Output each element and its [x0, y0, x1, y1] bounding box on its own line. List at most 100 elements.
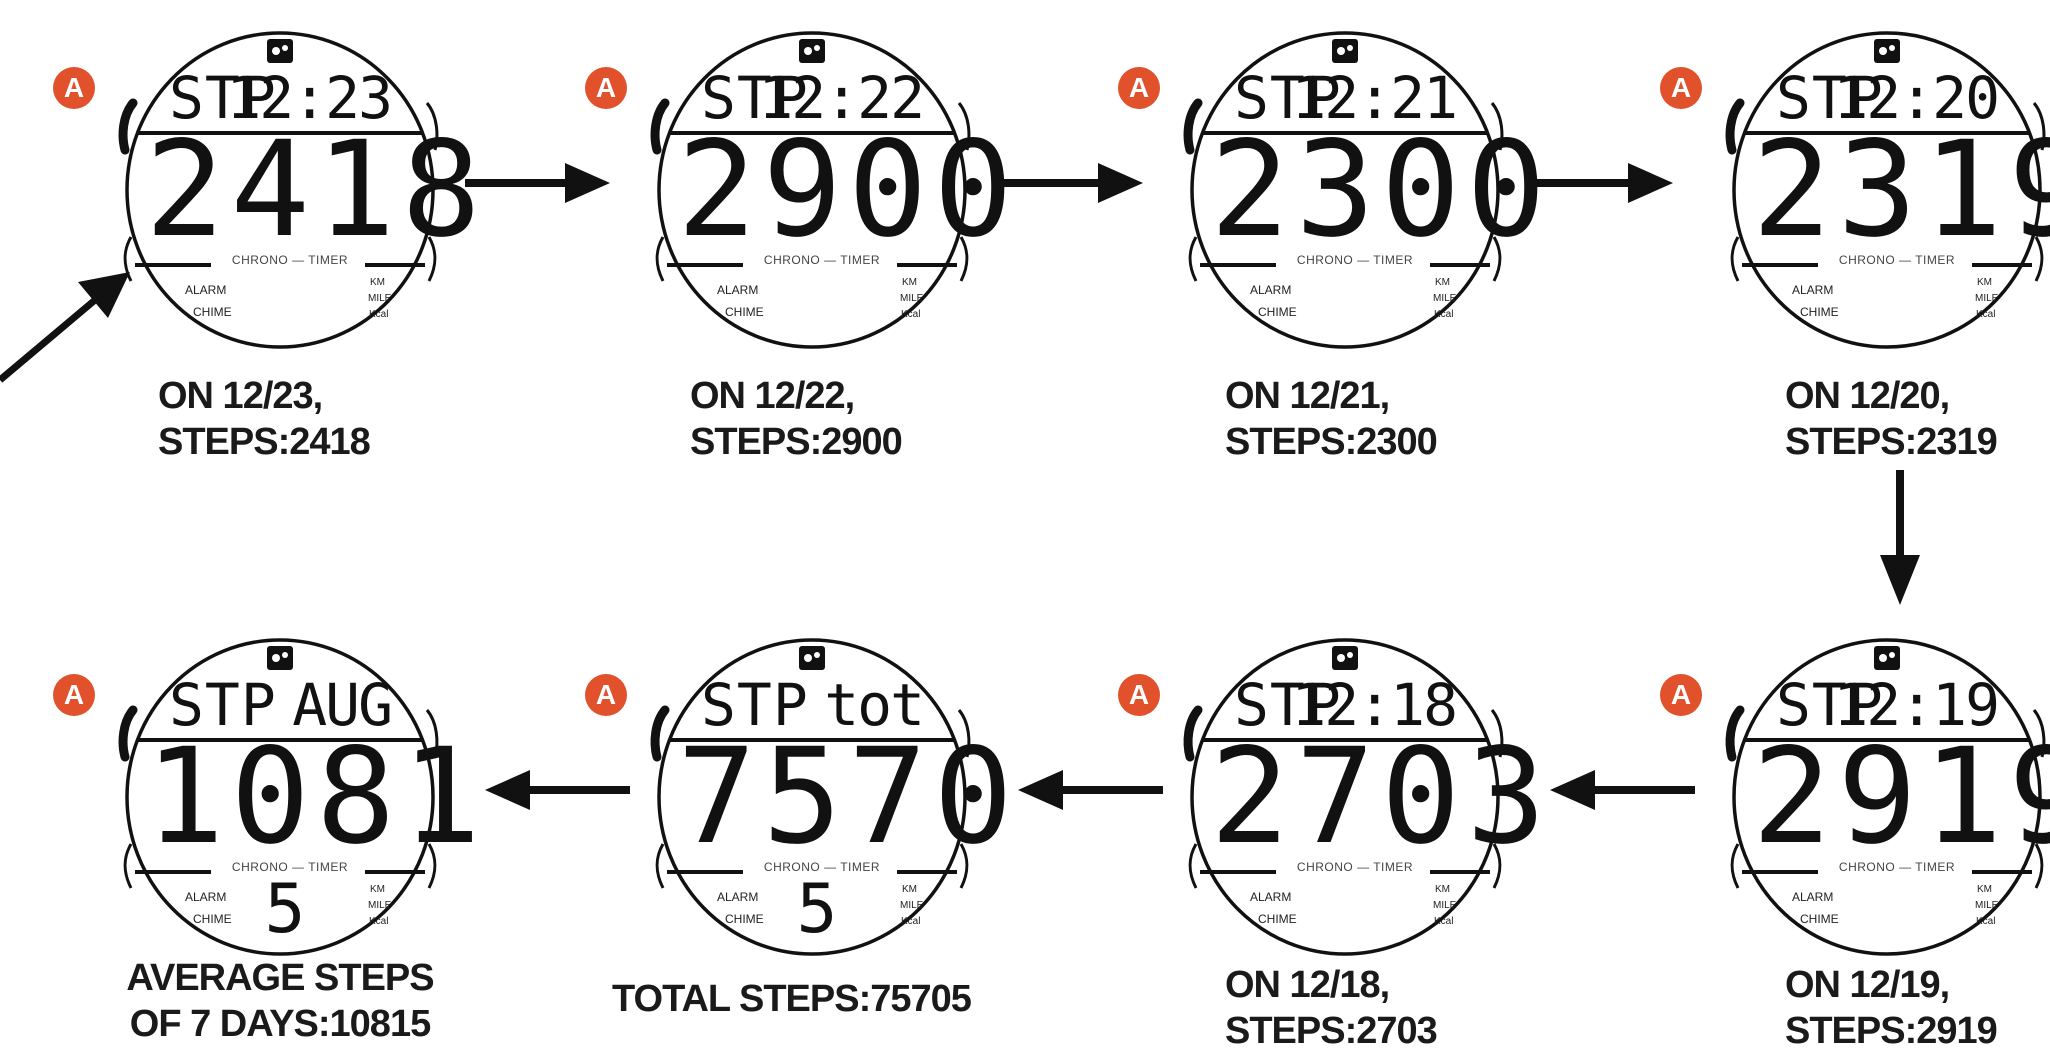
button-a-marker: A — [53, 674, 101, 722]
step-count-digits: 2919 — [1752, 720, 2050, 874]
button-a-marker: A — [1118, 67, 1166, 115]
chime-label: CHIME — [725, 305, 764, 319]
alarm-label: ALARM — [1250, 890, 1292, 904]
button-a-letter: A — [1670, 72, 1692, 103]
chime-label: CHIME — [193, 305, 232, 319]
watch-display-12-23: STP 12:23 2418 CHRONO — TIMER ALARM CHIM… — [53, 15, 487, 349]
watch-display-12-22: STP 12:22 2900 CHRONO — TIMER ALARM CHIM… — [585, 15, 1019, 349]
caption-line-2: STEPS:2703 — [1225, 1010, 1438, 1052]
mile-label: MILE — [1975, 293, 1999, 304]
button-a-letter: A — [595, 679, 617, 710]
button-a-marker: A — [585, 67, 633, 115]
mile-label: MILE — [900, 900, 924, 911]
caption-line-1: ON 12/20, — [1785, 375, 1950, 417]
caption-line-2: STEPS:2418 — [158, 421, 371, 463]
km-label: KM — [902, 277, 917, 288]
watch-display-12-18: STP 12:18 2703 CHRONO — TIMER ALARM CHIM… — [1118, 622, 1552, 956]
kcal-label: Kcal — [1434, 309, 1454, 320]
step-count-digits: 2319 — [1752, 113, 2050, 267]
mile-label: MILE — [1433, 900, 1457, 911]
step-count-digits: 2300 — [1210, 113, 1552, 267]
button-a-letter: A — [63, 679, 85, 710]
caption-line-1: ON 12/18, — [1225, 964, 1390, 1006]
alarm-label: ALARM — [185, 283, 227, 297]
caption-line-1: TOTAL STEPS:75705 — [612, 978, 972, 1020]
watch-display-total: STP tot 7570 CHRONO — TIMER ALARM CHIME … — [585, 622, 1019, 956]
mile-label: MILE — [368, 900, 392, 911]
day-count-digit — [1320, 870, 1380, 950]
mile-label: MILE — [1433, 293, 1457, 304]
button-a-marker: A — [1660, 67, 1708, 115]
km-label: KM — [1435, 884, 1450, 895]
mile-label: MILE — [368, 293, 392, 304]
day-count-digit — [1320, 263, 1380, 343]
button-a-marker: A — [585, 674, 633, 722]
button-a-letter: A — [63, 72, 85, 103]
arrow-down — [1880, 470, 1920, 605]
km-label: KM — [902, 884, 917, 895]
alarm-label: ALARM — [1792, 283, 1834, 297]
step-count-digits: 1081 — [145, 720, 487, 874]
caption-12-19: ON 12/19, STEPS:2919 — [1785, 962, 1998, 1054]
caption-line-2: STEPS:2919 — [1785, 1010, 1998, 1052]
chime-label: CHIME — [193, 912, 232, 926]
caption-12-18: ON 12/18, STEPS:2703 — [1225, 962, 1438, 1054]
step-count-digits: 7570 — [677, 720, 1019, 874]
step-count-digits: 2418 — [145, 113, 487, 267]
alarm-label: ALARM — [717, 890, 759, 904]
caption-12-20: ON 12/20, STEPS:2319 — [1785, 373, 1998, 465]
button-a-marker: A — [53, 67, 101, 115]
arrow-left-3 — [485, 770, 630, 810]
day-count-digit — [255, 263, 315, 343]
caption-12-21: ON 12/21, STEPS:2300 — [1225, 373, 1438, 465]
button-a-marker: A — [1118, 674, 1166, 722]
caption-line-2: OF 7 DAYS:10815 — [129, 1003, 431, 1045]
button-a-marker: A — [1660, 674, 1708, 722]
step-count-digits: 2703 — [1210, 720, 1552, 874]
chime-label: CHIME — [1258, 305, 1297, 319]
day-count-digit — [787, 263, 847, 343]
km-label: KM — [370, 884, 385, 895]
button-a-letter: A — [1128, 72, 1150, 103]
kcal-label: Kcal — [901, 309, 921, 320]
button-a-letter: A — [1128, 679, 1150, 710]
watch-display-average: STP AUG 1081 CHRONO — TIMER ALARM CHIME … — [53, 622, 487, 956]
alarm-label: ALARM — [1250, 283, 1292, 297]
alarm-label: ALARM — [185, 890, 227, 904]
caption-line-1: ON 12/21, — [1225, 375, 1390, 417]
caption-line-2: STEPS:2300 — [1225, 421, 1438, 463]
arrow-entry-diagonal — [0, 272, 130, 383]
button-a-letter: A — [595, 72, 617, 103]
kcal-label: Kcal — [1976, 916, 1996, 927]
caption-12-23: ON 12/23, STEPS:2418 — [158, 373, 371, 465]
km-label: KM — [1977, 277, 1992, 288]
step-count-digits: 2900 — [677, 113, 1019, 267]
km-label: KM — [1977, 884, 1992, 895]
caption-line-1: AVERAGE STEPS — [126, 957, 434, 999]
chime-label: CHIME — [1800, 912, 1839, 926]
caption-average: AVERAGE STEPS OF 7 DAYS:10815 — [90, 955, 470, 1047]
km-label: KM — [370, 277, 385, 288]
button-a-letter: A — [1670, 679, 1692, 710]
watch-display-12-20: STP 12:20 2319 CHRONO — TIMER ALARM CHIM… — [1660, 15, 2050, 349]
chime-label: CHIME — [1258, 912, 1297, 926]
arrow-left-2 — [1018, 770, 1163, 810]
caption-12-22: ON 12/22, STEPS:2900 — [690, 373, 903, 465]
caption-line-1: ON 12/23, — [158, 375, 323, 417]
kcal-label: Kcal — [901, 916, 921, 927]
kcal-label: Kcal — [369, 309, 389, 320]
chime-label: CHIME — [1800, 305, 1839, 319]
kcal-label: Kcal — [1976, 309, 1996, 320]
day-count-digit — [1862, 870, 1922, 950]
arrow-left-1 — [1550, 770, 1695, 810]
day-count-digit: 5 — [796, 870, 838, 949]
caption-total: TOTAL STEPS:75705 — [612, 976, 972, 1022]
watch-display-12-19: STP 12:19 2919 CHRONO — TIMER ALARM CHIM… — [1660, 622, 2050, 956]
arrow-right-1 — [465, 163, 610, 203]
alarm-label: ALARM — [1792, 890, 1834, 904]
chime-label: CHIME — [725, 912, 764, 926]
caption-line-2: STEPS:2319 — [1785, 421, 1998, 463]
mile-label: MILE — [900, 293, 924, 304]
kcal-label: Kcal — [369, 916, 389, 927]
alarm-label: ALARM — [717, 283, 759, 297]
